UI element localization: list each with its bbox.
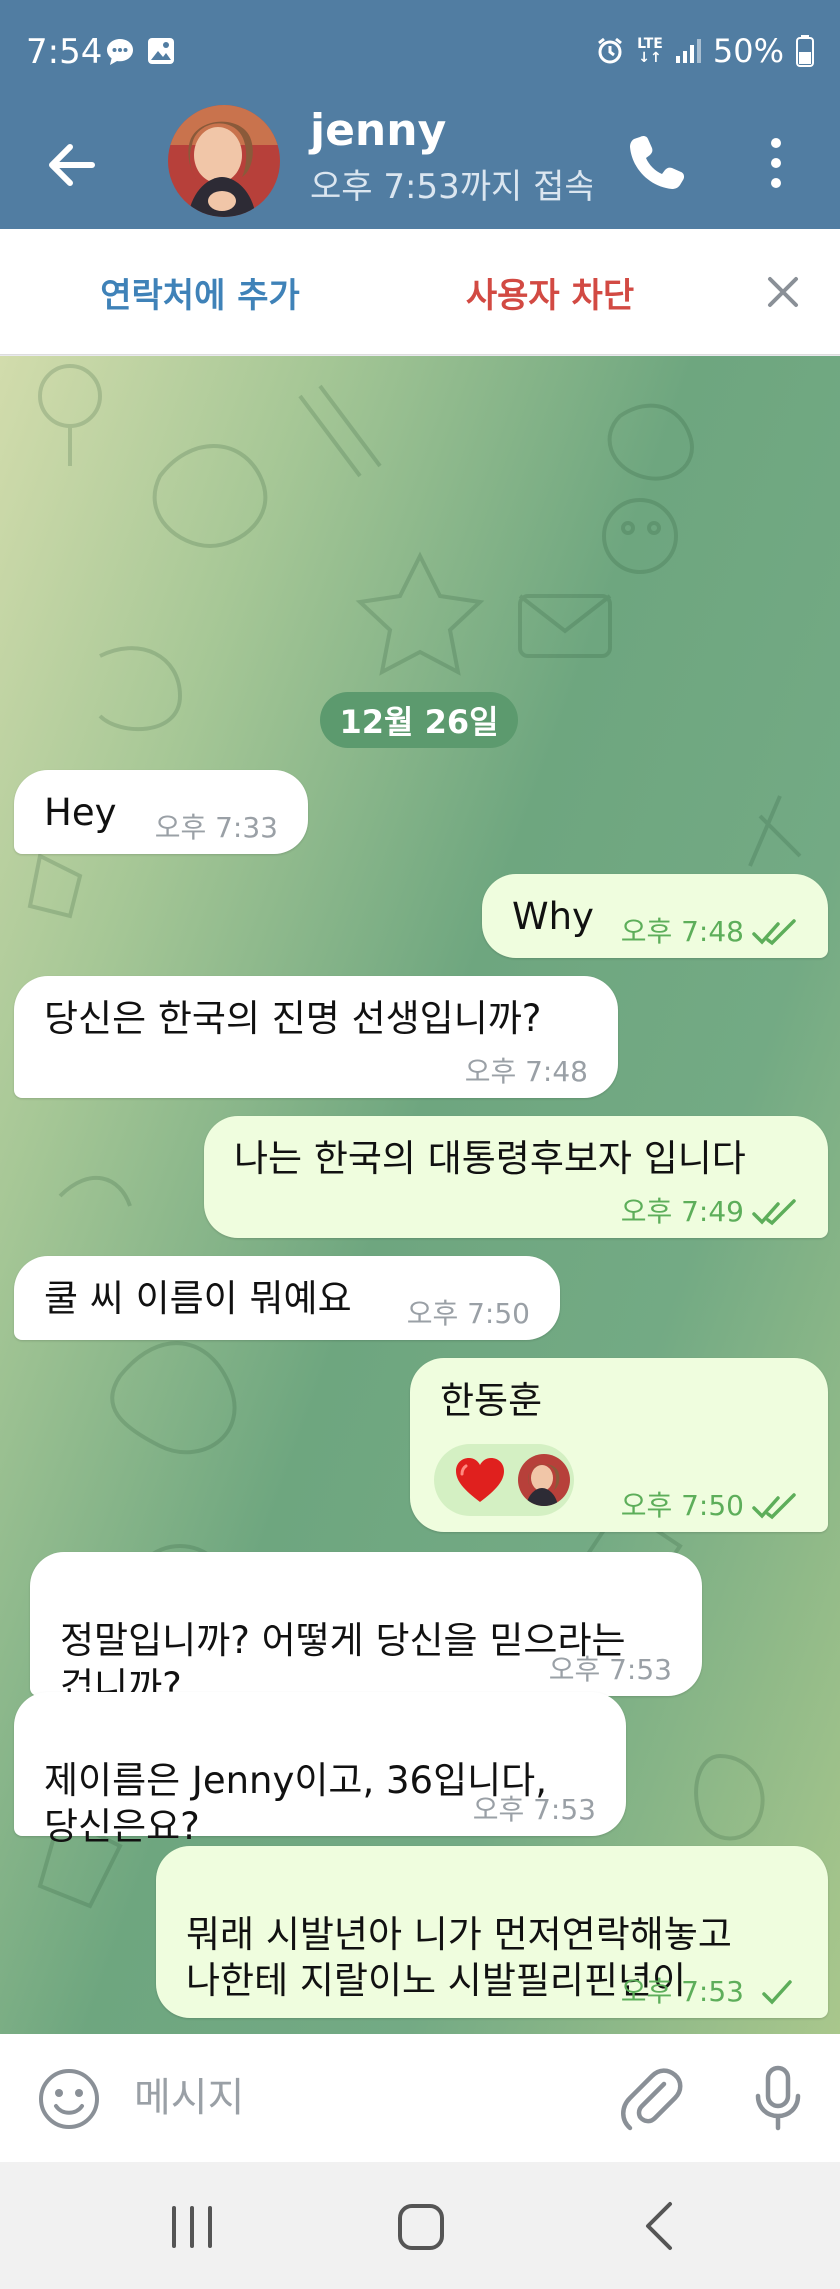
emoji-icon[interactable] [36,2066,102,2132]
microphone-icon[interactable] [742,2062,814,2134]
heart-icon [456,1458,504,1502]
lte-indicator: LTE ↓↑ [637,37,663,65]
home-icon[interactable] [394,2202,450,2252]
data-arrows: ↓↑ [638,50,662,66]
chat-area[interactable]: 12월 26일 Hey 오후 7:33 Why 오후 7:48 당신은 한국의 … [0,356,840,2034]
chat-bubble-icon [107,39,133,65]
gallery-icon [148,38,174,64]
message-time: 오후 7:49 [620,1195,744,1228]
message-time: 오후 7:33 [154,811,278,844]
message-text: Why [512,895,594,938]
message-incoming[interactable]: Hey 오후 7:33 [14,770,308,854]
more-vert-icon[interactable] [756,127,796,199]
message-text: 제이름은 Jenny이고, 36입니다, 당신은요? [44,1759,547,1848]
message-time: 오후 7:53 [620,1975,744,2008]
battery-icon [796,35,814,67]
single-check-icon [762,1980,792,2005]
alarm-icon [598,37,623,64]
reaction-avatar-photo [518,1454,570,1506]
double-check-icon [752,1199,796,1226]
message-time: 오후 7:48 [464,1055,588,1088]
double-check-icon [752,919,796,946]
message-incoming[interactable]: 당신은 한국의 진명 선생입니까? 오후 7:48 [14,976,618,1098]
avatar[interactable] [168,105,280,217]
message-incoming[interactable]: 제이름은 Jenny이고, 36입니다, 당신은요? 오후 7:53 [14,1692,626,1848]
phone-icon[interactable] [620,127,692,199]
message-time: 오후 7:53 [472,1793,596,1826]
message-outgoing[interactable]: 한동훈 오후 7:50 [410,1358,828,1532]
status-bar: 7:54 LTE ↓↑ 50% [0,0,840,105]
system-nav-bar [0,2162,840,2289]
back-arrow-icon[interactable] [40,133,104,197]
message-text: Hey [44,791,117,834]
message-text: 나는 한국의 대통령후보자 입니다 [234,1137,746,1180]
reaction-chip[interactable] [434,1444,574,1516]
contact-action-bar: 연락처에 추가 사용자 차단 [0,229,840,355]
add-contact-button[interactable]: 연락처에 추가 [0,229,400,355]
avatar-photo [168,105,280,217]
paperclip-icon[interactable] [616,2062,688,2134]
message-text: 한동훈 [440,1379,543,1422]
message-text: 쿨 씨 이름이 뭐예요 [44,1277,352,1320]
close-icon[interactable] [758,267,808,317]
status-right: LTE ↓↑ 50% [595,32,814,70]
nav-back-icon[interactable] [630,2198,690,2254]
chat-header: jenny 오후 7:53까지 접속 [0,105,840,229]
battery-percent: 50% [712,32,784,70]
message-input[interactable] [134,2058,594,2138]
message-outgoing[interactable]: 나는 한국의 대통령후보자 입니다 오후 7:49 [204,1116,828,1238]
block-user-button[interactable]: 사용자 차단 [400,229,700,355]
message-time: 오후 7:50 [406,1297,530,1330]
signal-icon [675,39,701,63]
message-outgoing[interactable]: Why 오후 7:48 [482,874,828,958]
message-time: 오후 7:53 [548,1653,672,1686]
message-incoming[interactable]: 쿨 씨 이름이 뭐예요 오후 7:50 [14,1256,560,1340]
message-composer [0,2034,840,2162]
status-time: 7:54 [26,32,103,72]
notification-icons [104,36,176,68]
message-time: 오후 7:48 [620,915,744,948]
double-check-icon [752,1493,796,1520]
reaction-avatar [518,1454,570,1506]
chat-name[interactable]: jenny [310,105,446,156]
recent-apps-icon[interactable] [160,2202,224,2252]
lte-label: LTE [637,36,663,52]
message-text: 당신은 한국의 진명 선생입니까? [44,997,542,1040]
message-time: 오후 7:50 [620,1489,744,1522]
date-chip: 12월 26일 [320,692,518,748]
message-incoming[interactable]: 정말입니까? 어떻게 당신을 믿으라는 겁니까? 오후 7:53 [30,1552,702,1708]
last-seen-status: 오후 7:53까지 접속 [310,167,592,207]
message-outgoing[interactable]: 뭐래 시발년아 니가 먼저연락해놓고 나한테 지랄이노 시발필리핀년이 오후 7… [156,1846,828,2018]
